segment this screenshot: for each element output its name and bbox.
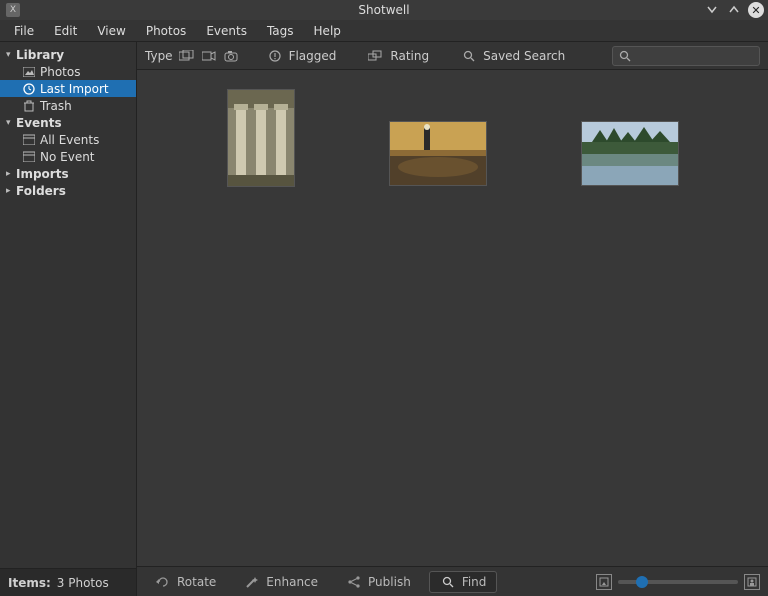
flagged-filter[interactable]: Flagged bbox=[263, 47, 341, 65]
filter-toolbar: Type Flagged Rating Saved Search bbox=[137, 42, 768, 70]
status-value: 3 Photos bbox=[57, 576, 109, 590]
rating-filter[interactable]: Rating bbox=[364, 47, 433, 65]
sidebar-group-label: Folders bbox=[16, 184, 66, 198]
chevron-right-icon: ▸ bbox=[6, 186, 16, 196]
chevron-down-icon: ▾ bbox=[6, 118, 16, 128]
enhance-label: Enhance bbox=[266, 575, 318, 589]
chevron-right-icon: ▸ bbox=[6, 169, 16, 179]
raw-type-icon[interactable] bbox=[223, 49, 239, 63]
close-button[interactable]: ✕ bbox=[748, 2, 764, 18]
menu-tags[interactable]: Tags bbox=[257, 22, 304, 40]
sidebar-item-label: Last Import bbox=[40, 82, 109, 96]
photos-icon bbox=[22, 65, 36, 79]
bottom-toolbar: Rotate Enhance Publish Find bbox=[137, 566, 768, 596]
sidebar-group-imports[interactable]: ▸Imports bbox=[0, 165, 136, 182]
share-icon bbox=[346, 575, 362, 589]
rating-icon bbox=[368, 49, 384, 63]
find-button[interactable]: Find bbox=[429, 571, 498, 593]
saved-search-filter[interactable]: Saved Search bbox=[457, 47, 569, 65]
publish-button[interactable]: Publish bbox=[336, 572, 421, 592]
find-icon bbox=[440, 575, 456, 589]
sidebar-item-last-import[interactable]: Last Import bbox=[0, 80, 136, 97]
trash-icon bbox=[22, 99, 36, 113]
sidebar-group-label: Events bbox=[16, 116, 62, 130]
menubar: FileEditViewPhotosEventsTagsHelp bbox=[0, 20, 768, 42]
sidebar-group-label: Imports bbox=[16, 167, 69, 181]
menu-help[interactable]: Help bbox=[304, 22, 351, 40]
main-area: Type Flagged Rating Saved Search bbox=[137, 42, 768, 596]
calendar-icon bbox=[22, 150, 36, 164]
status-label: Items: bbox=[8, 576, 51, 590]
titlebar: X Shotwell ✕ bbox=[0, 0, 768, 20]
enhance-button[interactable]: Enhance bbox=[234, 572, 328, 592]
enhance-icon bbox=[244, 575, 260, 589]
menu-photos[interactable]: Photos bbox=[136, 22, 196, 40]
photo-grid[interactable] bbox=[137, 70, 768, 566]
menu-file[interactable]: File bbox=[4, 22, 44, 40]
sidebar-item-all-events[interactable]: All Events bbox=[0, 131, 136, 148]
sidebar-item-photos[interactable]: Photos bbox=[0, 63, 136, 80]
sidebar-group-library[interactable]: ▾Library bbox=[0, 46, 136, 63]
photo-type-icon[interactable] bbox=[179, 49, 195, 63]
thumbnail[interactable] bbox=[390, 122, 486, 185]
window-title: Shotwell bbox=[0, 3, 768, 17]
menu-events[interactable]: Events bbox=[196, 22, 257, 40]
sidebar-item-label: Photos bbox=[40, 65, 80, 79]
zoom-out-icon[interactable] bbox=[596, 574, 612, 590]
rotate-label: Rotate bbox=[177, 575, 216, 589]
menu-view[interactable]: View bbox=[87, 22, 135, 40]
window-controls: ✕ bbox=[704, 2, 764, 18]
publish-label: Publish bbox=[368, 575, 411, 589]
zoom-control bbox=[596, 574, 760, 590]
maximize-button[interactable] bbox=[726, 2, 742, 18]
type-label: Type bbox=[145, 49, 173, 63]
menu-edit[interactable]: Edit bbox=[44, 22, 87, 40]
video-type-icon[interactable] bbox=[201, 49, 217, 63]
app-icon: X bbox=[6, 3, 20, 17]
sidebar-group-label: Library bbox=[16, 48, 64, 62]
thumbnail[interactable] bbox=[228, 90, 294, 186]
saved-search-label: Saved Search bbox=[483, 49, 565, 63]
sidebar-item-label: Trash bbox=[40, 99, 72, 113]
zoom-slider[interactable] bbox=[618, 580, 738, 584]
search-input[interactable] bbox=[612, 46, 760, 66]
sidebar-item-trash[interactable]: Trash bbox=[0, 97, 136, 114]
rotate-icon bbox=[155, 575, 171, 589]
sidebar: ▾LibraryPhotosLast ImportTrash▾EventsAll… bbox=[0, 42, 137, 596]
minimize-button[interactable] bbox=[704, 2, 720, 18]
search-icon bbox=[461, 49, 477, 63]
sidebar-item-label: No Event bbox=[40, 150, 95, 164]
flagged-label: Flagged bbox=[289, 49, 337, 63]
rating-label: Rating bbox=[390, 49, 429, 63]
thumbnail[interactable] bbox=[582, 122, 678, 185]
calendar-icon bbox=[22, 133, 36, 147]
zoom-in-icon[interactable] bbox=[744, 574, 760, 590]
chevron-down-icon: ▾ bbox=[6, 50, 16, 60]
rotate-button[interactable]: Rotate bbox=[145, 572, 226, 592]
status-bar: Items: 3 Photos bbox=[0, 568, 136, 596]
clock-icon bbox=[22, 82, 36, 96]
sidebar-group-folders[interactable]: ▸Folders bbox=[0, 182, 136, 199]
sidebar-item-label: All Events bbox=[40, 133, 99, 147]
sidebar-group-events[interactable]: ▾Events bbox=[0, 114, 136, 131]
flag-icon bbox=[267, 49, 283, 63]
find-label: Find bbox=[462, 575, 487, 589]
sidebar-item-no-event[interactable]: No Event bbox=[0, 148, 136, 165]
sidebar-tree: ▾LibraryPhotosLast ImportTrash▾EventsAll… bbox=[0, 42, 136, 568]
